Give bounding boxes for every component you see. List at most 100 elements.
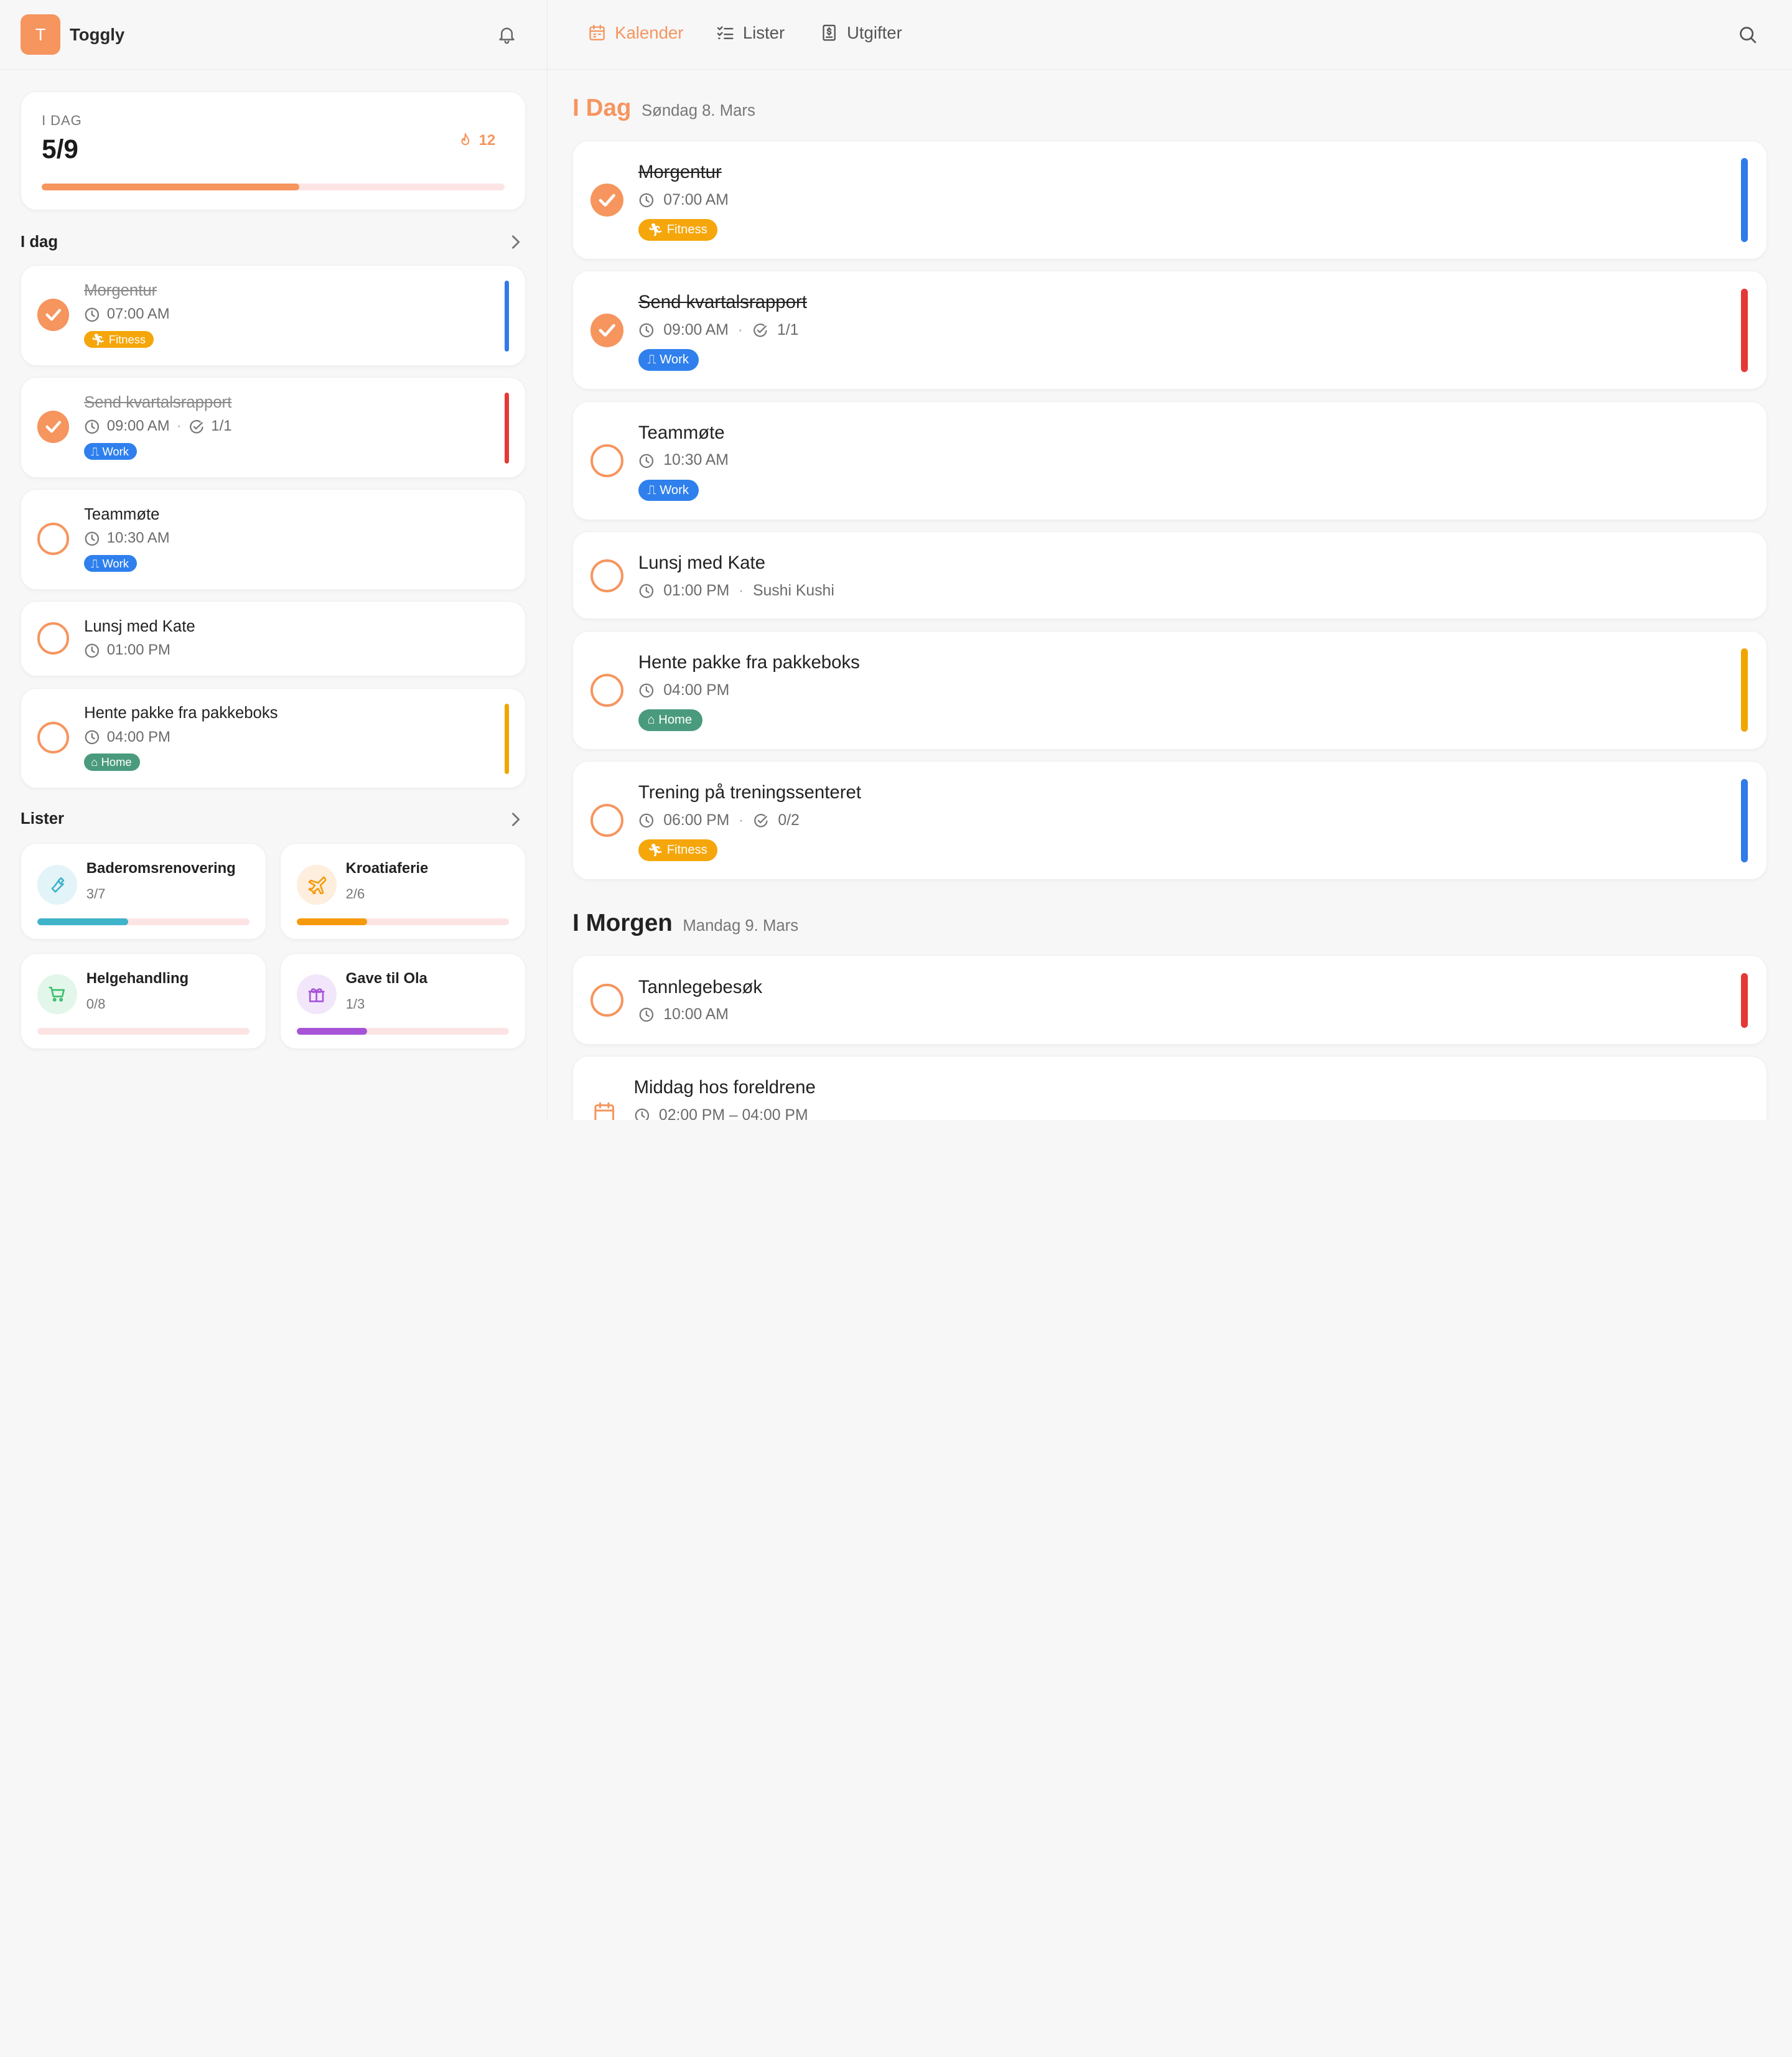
task-teammote[interactable]: Teammøte 10:30 AM ⎍ Work	[572, 401, 1767, 520]
today-summary-card[interactable]: I DAG 5/9 12	[21, 91, 526, 210]
clock-icon	[639, 584, 653, 599]
tab-kalender[interactable]: Kalender	[587, 23, 683, 43]
tag-fitness[interactable]: 🏃︎ Fitness	[638, 839, 718, 862]
receipt-icon	[823, 24, 836, 41]
house-icon: ⌂	[647, 712, 655, 727]
tag-home[interactable]: ⌂ Home	[638, 709, 702, 731]
task-checkbox[interactable]	[590, 673, 623, 707]
list-name: Helgehandling	[86, 969, 189, 987]
sidebar-task-kvartalsrapport[interactable]: Send kvartalsrapport 09:00 AM · 1/1 ⎍ Wor…	[21, 377, 526, 478]
task-time: 09:00 AM	[106, 417, 170, 435]
list-card-helgehandling[interactable]: Helgehandling 0/8	[21, 953, 266, 1050]
color-bar	[1741, 973, 1748, 1028]
tag-work[interactable]: ⎍ Work	[84, 554, 137, 572]
sidebar-task-morgentur[interactable]: Morgentur 07:00 AM 🏃︎ Fitness	[21, 265, 526, 366]
tab-lister[interactable]: Lister	[716, 23, 785, 43]
task-title: Hente pakke fra pakkeboks	[84, 704, 278, 722]
task-checkbox[interactable]	[590, 444, 623, 477]
tag-label: Fitness	[666, 222, 707, 236]
search-icon[interactable]	[1737, 24, 1758, 45]
separator: ·	[739, 812, 744, 829]
sidebar-task-teammote[interactable]: Teammøte 10:30 AM ⎍ Work	[21, 489, 526, 590]
task-checkbox[interactable]	[590, 559, 623, 593]
house-icon: ⌂	[91, 755, 98, 769]
task-meta: 06:00 PM · 0/2	[638, 812, 800, 829]
list-progress-bar	[37, 1028, 250, 1035]
task-kvartalsrapport[interactable]: Send kvartalsrapport 09:00 AM · 1/1 ⎍ Wor…	[572, 271, 1767, 390]
task-title: Teammøte	[638, 422, 725, 443]
task-checkbox[interactable]	[37, 523, 70, 555]
task-checkbox[interactable]	[590, 983, 623, 1017]
tab-label: Lister	[742, 22, 785, 42]
briefcase-icon: ⎍	[91, 556, 99, 570]
task-checkbox[interactable]	[37, 411, 70, 443]
color-bar	[504, 280, 510, 352]
list-card-kroatia[interactable]: Kroatiaferie 2/6	[279, 843, 526, 940]
task-meta: 10:30 AM	[638, 452, 729, 469]
tab-utgifter[interactable]: Utgifter	[819, 23, 902, 43]
clock-icon	[639, 683, 653, 697]
subtask-count: 1/1	[211, 417, 232, 435]
list-card-gave[interactable]: Gave til Ola 1/3	[279, 953, 526, 1050]
task-time: 07:00 AM	[663, 191, 729, 208]
list-progress-fill	[296, 1028, 368, 1035]
list-count: 1/3	[345, 996, 365, 1012]
tag-work[interactable]: ⎍ Work	[638, 479, 699, 501]
tag-label: Fitness	[108, 332, 146, 346]
task-lunsj[interactable]: Lunsj med Kate 01:00 PM · Sushi Kushi	[572, 531, 1767, 620]
bell-icon[interactable]	[497, 23, 517, 46]
chevron-right-icon[interactable]	[510, 813, 521, 826]
streak-badge: 12	[457, 132, 495, 149]
task-meta: 10:30 AM	[84, 529, 170, 547]
chevron-right-icon[interactable]	[510, 235, 521, 250]
task-time: 07:00 AM	[106, 306, 170, 323]
task-checkbox[interactable]	[37, 721, 70, 754]
task-trening[interactable]: Trening på treningssenteret 06:00 PM · 0…	[572, 761, 1767, 880]
list-count: 2/6	[345, 886, 365, 902]
list-progress-fill	[296, 918, 368, 925]
task-checkbox[interactable]	[37, 622, 70, 655]
task-time: 01:00 PM	[106, 641, 170, 659]
event-time: 02:00 PM – 04:00 PM	[658, 1106, 808, 1120]
task-morgentur[interactable]: Morgentur 07:00 AM 🏃︎ Fitness	[572, 140, 1767, 259]
tab-label: Kalender	[615, 22, 684, 42]
task-time: 04:00 PM	[663, 681, 730, 699]
calendar-event-icon	[594, 1102, 614, 1120]
list-progress-bar	[37, 918, 250, 925]
list-card-baderom[interactable]: Baderomsrenovering 3/7	[21, 843, 266, 940]
task-checkbox[interactable]	[590, 183, 623, 217]
calendar-icon	[589, 24, 605, 40]
tag-fitness[interactable]: 🏃︎ Fitness	[84, 330, 154, 348]
sidebar-task-pakke[interactable]: Hente pakke fra pakkeboks 04:00 PM ⌂ Home	[21, 688, 526, 789]
plane-icon	[296, 864, 337, 905]
briefcase-icon: ⎍	[647, 483, 656, 497]
task-checkbox[interactable]	[37, 299, 70, 331]
sidebar-task-lunsj[interactable]: Lunsj med Kate 01:00 PM	[21, 601, 526, 677]
tag-work[interactable]: ⎍ Work	[638, 349, 699, 371]
clock-icon	[85, 730, 100, 745]
tag-fitness[interactable]: 🏃︎ Fitness	[638, 218, 718, 241]
task-checkbox[interactable]	[590, 314, 623, 347]
task-pakke[interactable]: Hente pakke fra pakkeboks 04:00 PM ⌂ Home	[572, 630, 1767, 750]
event-middag[interactable]: Middag hos foreldrene 02:00 PM – 04:00 P…	[572, 1056, 1767, 1120]
list-progress-bar	[296, 918, 510, 925]
figure-icon: 🏃︎	[647, 844, 664, 858]
task-title: Send kvartalsrapport	[638, 292, 807, 313]
tag-label: Work	[102, 556, 129, 570]
top-navigation: Kalender Lister Utgifter	[547, 0, 1792, 70]
lists-section-title: Lister	[21, 810, 65, 828]
color-bar	[504, 703, 510, 775]
tag-work[interactable]: ⎍ Work	[84, 442, 137, 460]
list-name: Gave til Ola	[345, 969, 427, 987]
task-tannlege[interactable]: Tannlegebesøk 10:00 AM	[572, 955, 1767, 1045]
main-panel: Kalender Lister Utgifter I Dag Søndag 8.…	[547, 0, 1792, 1120]
tag-home[interactable]: ⌂ Home	[84, 753, 140, 771]
task-checkbox[interactable]	[590, 804, 623, 837]
gift-icon	[296, 974, 337, 1015]
task-title: Trening på treningssenteret	[638, 782, 862, 803]
checklist-icon	[717, 26, 734, 39]
clock-icon	[85, 307, 100, 322]
checkmark-icon	[599, 194, 615, 207]
avatar[interactable]: T	[21, 14, 61, 55]
clock-icon	[85, 419, 100, 434]
